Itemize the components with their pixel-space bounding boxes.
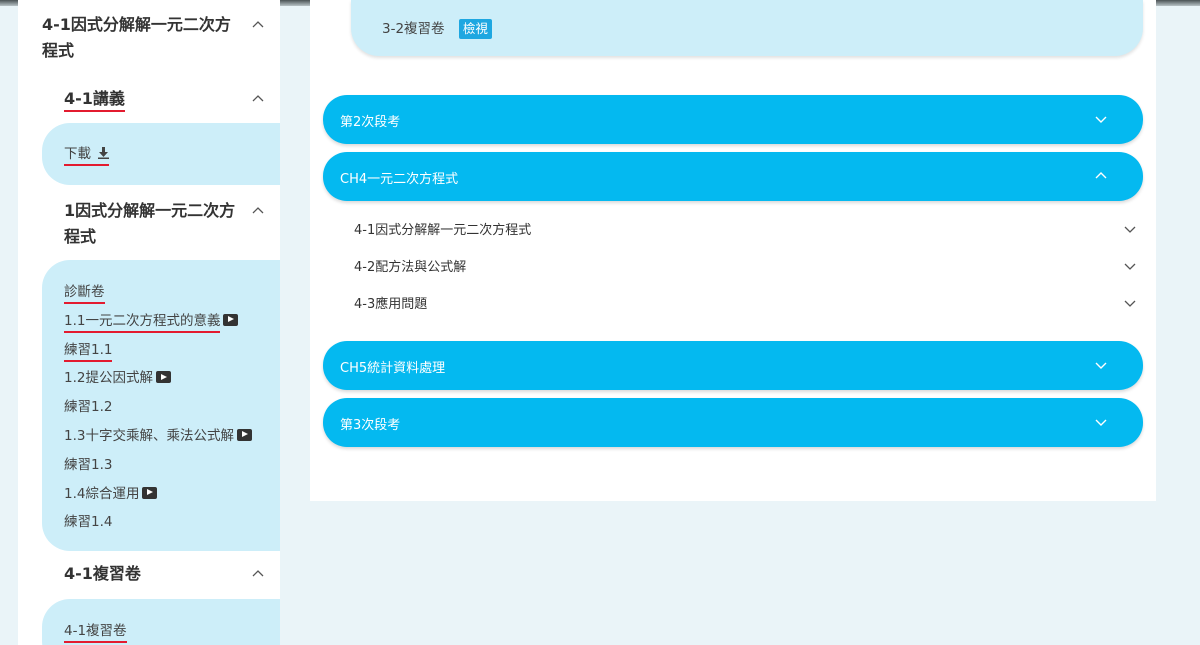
- sidebar: 4-1因式分解解一元二次方程式 4-1講義 下載 1因式分解解一元二次方程式 診…: [18, 0, 280, 645]
- list-item-label: 診斷卷: [64, 284, 105, 304]
- chevron-down-icon[interactable]: [1095, 113, 1107, 125]
- list-item-label: 練習1.1: [64, 341, 113, 362]
- sidebar-unit-title: 1因式分解解一元二次方程式: [64, 201, 236, 246]
- list-item-video[interactable]: 1.3十字交乘解、乘法公式解: [64, 422, 280, 451]
- list-item-label: 練習1.3: [64, 456, 113, 473]
- subsection-title: 4-3應用問題: [354, 297, 428, 312]
- chevron-down-icon[interactable]: [1095, 416, 1107, 428]
- sidebar-unit-header[interactable]: 1因式分解解一元二次方程式: [42, 198, 266, 250]
- chevron-up-icon[interactable]: [252, 568, 264, 580]
- chevron-up-icon[interactable]: [252, 205, 264, 217]
- accordion-title: 第3次段考: [340, 418, 401, 433]
- list-item-video[interactable]: 1.1一元二次方程式的意義: [64, 307, 280, 336]
- top-item-card: 3-2複習卷 檢視: [351, 0, 1143, 56]
- list-item-label: 練習1.2: [64, 399, 113, 416]
- chevron-up-icon[interactable]: [252, 93, 264, 105]
- list-item-label: 1.1一元二次方程式的意義: [64, 312, 221, 333]
- list-item-label: 練習1.4: [64, 514, 113, 531]
- download-icon: [98, 147, 110, 163]
- accordion-title: 第2次段考: [340, 115, 401, 130]
- sidebar-chapter-title: 4-1因式分解解一元二次方程式: [42, 15, 231, 60]
- list-item-practice[interactable]: 練習1.3: [64, 451, 280, 480]
- list-item-video[interactable]: 1.2提公因式解: [64, 364, 280, 393]
- list-item-label: 1.4綜合運用: [64, 485, 140, 502]
- chevron-up-icon[interactable]: [252, 19, 264, 31]
- play-icon[interactable]: [236, 428, 252, 441]
- chevron-down-icon[interactable]: [1095, 359, 1107, 371]
- list-item-practice[interactable]: 練習1.1: [64, 336, 280, 365]
- accordion-section-exam3[interactable]: 第3次段考: [323, 398, 1143, 447]
- list-item-label: 1.3十字交乘解、乘法公式解: [64, 427, 234, 444]
- download-link[interactable]: 下載: [64, 146, 110, 166]
- list-item-video[interactable]: 1.4綜合運用: [64, 480, 280, 509]
- top-item-label: 3-2複習卷: [382, 21, 445, 37]
- chevron-down-icon[interactable]: [1124, 260, 1136, 272]
- chevron-down-icon[interactable]: [1124, 223, 1136, 235]
- subsection-title: 4-1因式分解解一元二次方程式: [354, 223, 532, 238]
- subsection-4-3[interactable]: 4-3應用問題: [354, 293, 1136, 312]
- list-item-practice[interactable]: 練習1.2: [64, 393, 280, 422]
- subsection-4-2[interactable]: 4-2配方法與公式解: [354, 256, 1136, 275]
- accordion-title: CH5統計資料處理: [340, 361, 446, 376]
- accordion-section-ch4[interactable]: CH4一元二次方程式: [323, 152, 1143, 201]
- sidebar-lecture-header[interactable]: 4-1講義: [42, 86, 266, 112]
- chevron-up-icon[interactable]: [1095, 170, 1107, 182]
- sidebar-review-header[interactable]: 4-1複習卷: [42, 561, 266, 587]
- chevron-down-icon[interactable]: [1124, 297, 1136, 309]
- download-label: 下載: [64, 146, 91, 162]
- accordion-section-ch5[interactable]: CH5統計資料處理: [323, 341, 1143, 390]
- subsection-4-1[interactable]: 4-1因式分解解一元二次方程式: [354, 219, 1136, 238]
- list-item-label: 1.2提公因式解: [64, 370, 153, 387]
- list-item-practice[interactable]: 練習1.4: [64, 508, 280, 537]
- sidebar-unit-panel: 診斷卷 1.1一元二次方程式的意義 練習1.1 1.2提公因式解 練習1.2 1…: [42, 260, 280, 552]
- sidebar-review-title: 4-1複習卷: [64, 564, 141, 584]
- sidebar-review-panel: 4-1複習卷: [42, 599, 280, 645]
- play-icon[interactable]: [142, 486, 158, 499]
- accordion-title: CH4一元二次方程式: [340, 172, 459, 187]
- review-link[interactable]: 4-1複習卷: [64, 623, 127, 644]
- play-icon[interactable]: [223, 313, 239, 326]
- sidebar-chapter-header[interactable]: 4-1因式分解解一元二次方程式: [42, 12, 266, 64]
- view-button[interactable]: 檢視: [458, 19, 492, 39]
- subsection-title: 4-2配方法與公式解: [354, 260, 467, 275]
- accordion-section-exam2[interactable]: 第2次段考: [323, 95, 1143, 144]
- main-content: 3-2複習卷 檢視 第2次段考 CH4一元二次方程式 4-1因式分解解一元二次方…: [310, 0, 1156, 501]
- play-icon[interactable]: [155, 371, 171, 384]
- list-item-diagnostic[interactable]: 診斷卷: [64, 278, 280, 307]
- sidebar-lecture-title: 4-1講義: [64, 89, 125, 112]
- sidebar-lecture-panel: 下載: [42, 123, 280, 185]
